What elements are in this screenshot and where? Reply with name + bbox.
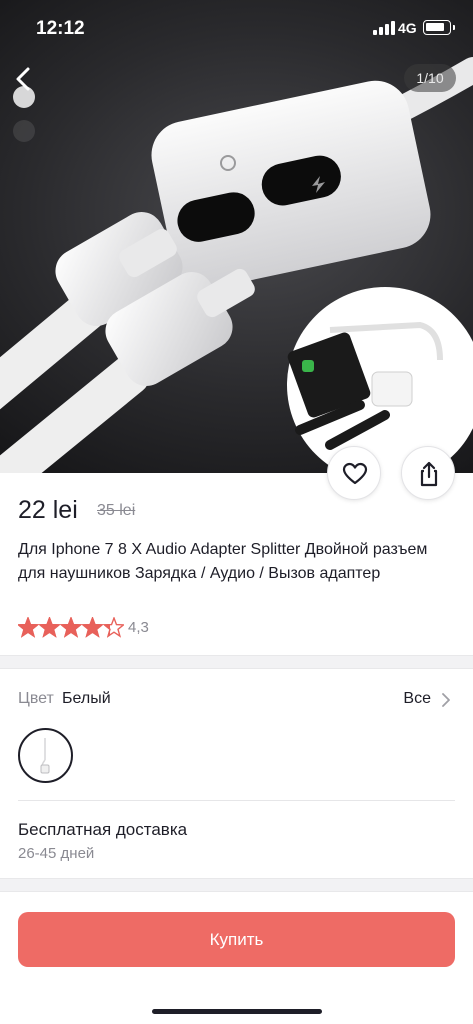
share-icon bbox=[420, 461, 438, 487]
row-divider bbox=[18, 800, 455, 801]
all-colors-label: Все bbox=[403, 690, 431, 707]
chevron-right-icon bbox=[442, 693, 450, 707]
star-icon bbox=[59, 617, 83, 638]
buy-button[interactable]: Купить bbox=[18, 912, 455, 967]
color-selector-row: Цвет Белый Все bbox=[18, 688, 455, 712]
status-time: 12:12 bbox=[36, 18, 85, 39]
color-swatch-white[interactable] bbox=[18, 728, 73, 783]
section-divider bbox=[0, 878, 473, 892]
gallery-dot bbox=[13, 120, 35, 142]
delivery-title: Бесплатная доставка bbox=[18, 820, 188, 839]
old-price: 35 lei bbox=[97, 502, 136, 519]
rating-value: 4,3 bbox=[128, 619, 149, 636]
heart-icon bbox=[342, 462, 368, 485]
gallery-counter: 1/10 bbox=[404, 64, 456, 92]
battery-icon bbox=[423, 20, 455, 35]
share-button[interactable] bbox=[401, 446, 455, 500]
status-bar: 12:12 4G bbox=[0, 0, 473, 56]
product-title: Для Iphone 7 8 X Audio Adapter Splitter … bbox=[18, 541, 428, 582]
signal-icon bbox=[373, 21, 395, 35]
color-value: Белый bbox=[62, 690, 111, 707]
section-divider bbox=[0, 655, 473, 669]
all-colors-link[interactable]: Все bbox=[385, 688, 455, 712]
swatch-thumbnail bbox=[40, 738, 50, 774]
star-icon bbox=[38, 617, 61, 638]
color-label: Цвет bbox=[18, 690, 54, 707]
star-icon bbox=[102, 617, 124, 638]
home-indicator[interactable] bbox=[152, 1009, 322, 1014]
favorite-button[interactable] bbox=[327, 446, 381, 500]
current-price: 22 lei bbox=[18, 496, 78, 524]
product-image-gallery[interactable]: 12:12 4G 1/10 bbox=[0, 0, 473, 473]
star-icon bbox=[81, 617, 104, 638]
gallery-dot-active bbox=[13, 86, 35, 108]
network-type: 4G bbox=[398, 20, 417, 36]
product-photo bbox=[0, 57, 473, 473]
rating-stars bbox=[18, 617, 124, 638]
star-icon bbox=[18, 617, 40, 638]
delivery-days: 26-45 дней bbox=[18, 845, 95, 862]
